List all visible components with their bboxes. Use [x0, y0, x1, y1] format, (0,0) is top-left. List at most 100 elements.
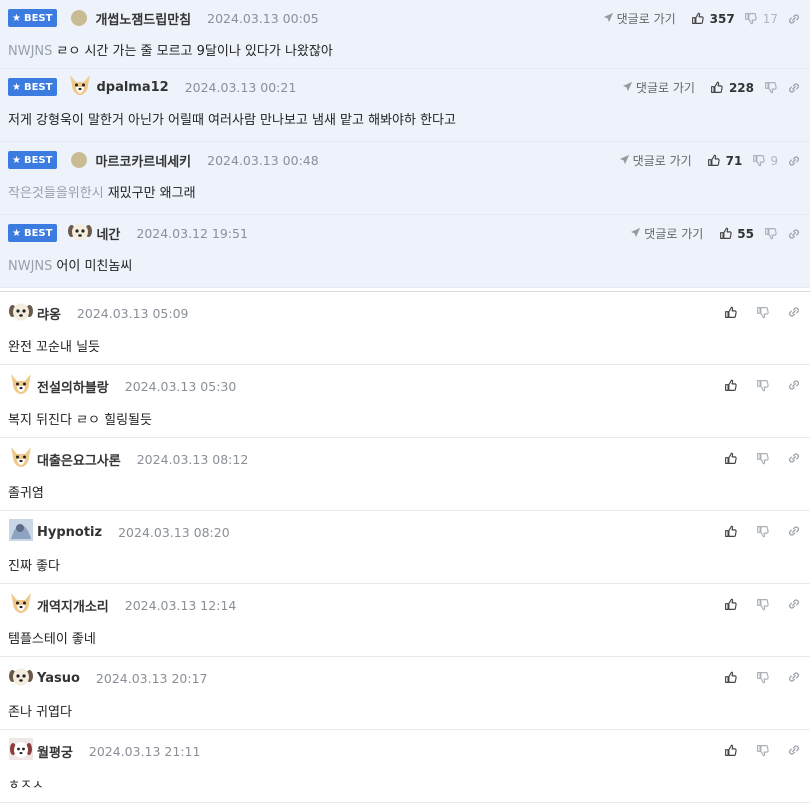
thumbs-up-icon [690, 11, 706, 27]
link-icon[interactable] [786, 523, 802, 539]
reply-target-nickname[interactable]: 작은것들을위한시 [8, 186, 104, 201]
thumbs-down-icon[interactable] [754, 596, 770, 612]
upvote-count: 71 [725, 153, 743, 168]
author-nickname[interactable]: 마르코카르네세키 [95, 151, 191, 170]
comment-body: 진짜 좋다 [8, 555, 60, 574]
comment-date: 2024.03.13 05:09 [76, 305, 189, 321]
thumbs-up-icon[interactable] [722, 450, 738, 466]
comment-text: 템플스테이 좋네 [8, 632, 96, 647]
upvote-count: 357 [709, 11, 735, 26]
downvote-button[interactable] [762, 226, 778, 242]
downvote-button[interactable]: 17 [743, 11, 778, 27]
avatar [8, 591, 37, 619]
upvote-count: 228 [728, 80, 754, 95]
downvote-count: 17 [762, 11, 778, 26]
comment-body: 존나 귀엽다 [8, 701, 72, 720]
author-nickname[interactable]: 랴옹 [37, 304, 61, 323]
link-icon[interactable] [786, 742, 802, 758]
comment: 랴옹 2024.03.13 05:09 완전 꼬순내 닐듯 [0, 292, 810, 365]
comment-date: 2024.03.13 21:11 [88, 743, 201, 759]
comment-date: 2024.03.13 08:12 [136, 451, 249, 467]
comment-tools: 댓글로 가기 357 17 [603, 10, 802, 27]
send-arrow-icon [630, 227, 644, 241]
author-nickname[interactable]: Yasuo [37, 671, 80, 686]
comment-header: 랴옹 2024.03.13 05:09 [8, 301, 189, 325]
comment-list: ★ BEST 개썹노잼드립만침 2024.03.13 00:05 댓글로 가기 357 17… [0, 0, 810, 803]
thumbs-down-icon [762, 226, 778, 242]
best-badge-label: BEST [23, 154, 53, 166]
thumbs-down-icon[interactable] [754, 669, 770, 685]
comment-body: 작은것들을위한시 재밌구만 왜그래 [8, 182, 196, 201]
go-to-reply-label: 댓글로 가기 [632, 154, 692, 168]
author-nickname[interactable]: 월평궁 [37, 742, 73, 761]
best-comment: ★ BEST dpalma12 2024.03.13 00:21 댓글로 가기 228 저게… [0, 69, 810, 142]
go-to-reply-link[interactable]: 댓글로 가기 [619, 152, 692, 169]
comment-body: ㅎㅈㅅ [8, 774, 44, 793]
upvote-button[interactable]: 55 [717, 226, 754, 242]
comment-header: 월평궁 2024.03.13 21:11 [8, 738, 201, 763]
comment-header: 개역지개소리 2024.03.13 12:14 [8, 593, 236, 617]
link-icon[interactable] [786, 450, 802, 466]
author-nickname[interactable]: dpalma12 [96, 80, 168, 95]
comment-date: 2024.03.13 00:21 [184, 79, 297, 95]
best-badge: ★ BEST [8, 151, 58, 169]
go-to-reply-link[interactable]: 댓글로 가기 [622, 79, 695, 96]
thumbs-down-icon[interactable] [754, 304, 770, 320]
author-nickname[interactable]: 개역지개소리 [37, 596, 109, 615]
comment-text: 어이 미친놈씨 [56, 259, 133, 274]
upvote-button[interactable]: 71 [706, 153, 743, 169]
link-icon[interactable] [786, 11, 802, 27]
comment-header: ★ BEST 네간 2024.03.12 19:51 [8, 221, 248, 245]
comment-body: 템플스테이 좋네 [8, 628, 96, 647]
upvote-button[interactable]: 228 [709, 80, 754, 96]
downvote-button[interactable]: 9 [750, 153, 778, 169]
send-arrow-icon [619, 154, 633, 168]
go-to-reply-link[interactable]: 댓글로 가기 [603, 10, 676, 27]
thumbs-down-icon [762, 80, 778, 96]
author-nickname[interactable]: 전설의하블랑 [37, 377, 109, 396]
link-icon[interactable] [786, 377, 802, 393]
thumbs-up-icon[interactable] [722, 377, 738, 393]
upvote-count: 55 [737, 226, 754, 241]
link-icon[interactable] [786, 669, 802, 685]
reply-target-nickname[interactable]: NWJNS [8, 44, 52, 59]
thumbs-up-icon [709, 80, 725, 96]
comment-tools [722, 523, 802, 539]
comment-body: 저게 강형욱이 말한거 아닌가 어릴때 여러사람 만나보고 냄새 맡고 해봐야하… [8, 109, 456, 128]
thumbs-down-icon[interactable] [754, 742, 770, 758]
comment: 개역지개소리 2024.03.13 12:14 템플스테이 좋네 [0, 584, 810, 657]
author-nickname[interactable]: 네간 [96, 224, 120, 243]
go-to-reply-label: 댓글로 가기 [616, 12, 676, 26]
link-icon[interactable] [786, 226, 802, 242]
comment-tools [722, 450, 802, 466]
go-to-reply-link[interactable]: 댓글로 가기 [630, 225, 703, 242]
author-nickname[interactable]: 대출은요그사론 [37, 450, 121, 469]
comment-date: 2024.03.13 05:30 [124, 378, 237, 394]
link-icon[interactable] [786, 304, 802, 320]
author-nickname[interactable]: 개썹노잼드립만침 [95, 9, 191, 28]
comment-header: 전설의하블랑 2024.03.13 05:30 [8, 374, 236, 398]
author-nickname[interactable]: Hypnotiz [37, 525, 102, 540]
avatar [8, 445, 37, 473]
thumbs-down-icon[interactable] [754, 450, 770, 466]
downvote-button[interactable] [762, 80, 778, 96]
comment-tools [722, 304, 802, 320]
link-icon[interactable] [786, 153, 802, 169]
downvote-count: 9 [770, 153, 778, 168]
thumbs-up-icon [717, 226, 733, 242]
thumbs-down-icon[interactable] [754, 523, 770, 539]
link-icon[interactable] [786, 596, 802, 612]
thumbs-up-icon[interactable] [722, 304, 738, 320]
thumbs-up-icon[interactable] [722, 523, 738, 539]
upvote-button[interactable]: 357 [690, 11, 735, 27]
thumbs-up-icon[interactable] [722, 742, 738, 758]
thumbs-up-icon [706, 153, 722, 169]
avatar [71, 10, 88, 26]
comment-date: 2024.03.13 00:05 [207, 10, 319, 26]
thumbs-down-icon[interactable] [754, 377, 770, 393]
thumbs-up-icon[interactable] [722, 596, 738, 612]
link-icon[interactable] [786, 80, 802, 96]
thumbs-up-icon[interactable] [722, 669, 738, 685]
reply-target-nickname[interactable]: NWJNS [8, 259, 52, 274]
star-icon: ★ [12, 154, 21, 166]
